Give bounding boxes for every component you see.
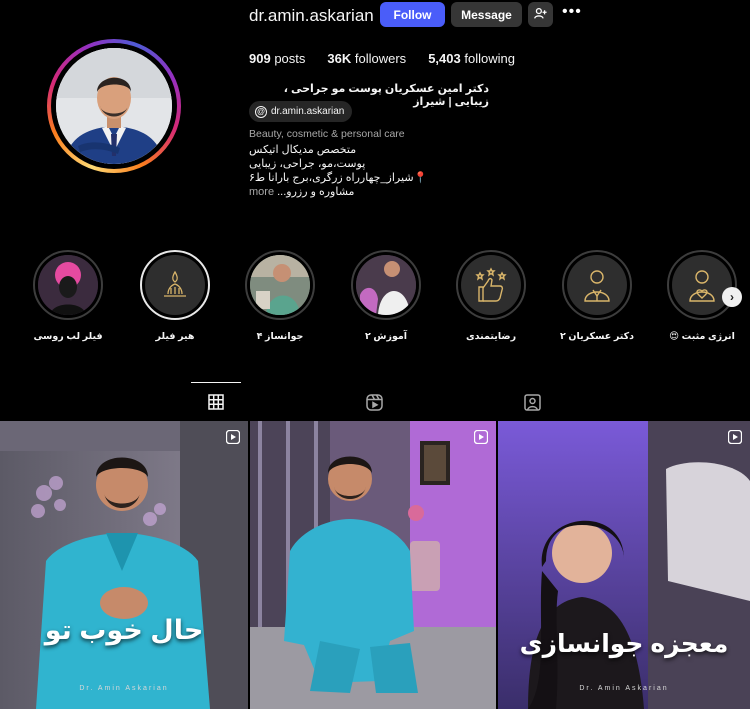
highlight-item[interactable]: جوانساز ۴ — [240, 250, 320, 342]
highlight-cover-image — [38, 255, 98, 315]
profile-category: Beauty, cosmetic & personal care — [249, 128, 405, 140]
reel-play-icon — [225, 429, 241, 449]
highlight-label: آموزش ۲ — [364, 331, 408, 342]
tab-reels[interactable] — [354, 385, 394, 415]
bio-line: مشاوره و رزرو... more — [249, 185, 354, 198]
bio-line-text: مشاوره و رزرو... — [277, 186, 355, 198]
threads-handle: dr.amin.askarian — [271, 106, 345, 117]
highlight-item[interactable]: فیلر لب روسی — [28, 250, 108, 342]
post-thumbnail — [498, 421, 750, 709]
bio-line: پوست،مو، جراحی، زیبایی — [249, 158, 366, 170]
active-tab-indicator — [191, 382, 241, 383]
highlight-cover-image — [672, 255, 732, 315]
tab-posts[interactable] — [196, 385, 236, 415]
followers-count[interactable]: 36K followers — [327, 51, 406, 66]
bio-line: 📍شیراز_چهارراه زرگری،برج بارانا ط۶ — [249, 172, 428, 184]
more-options-button[interactable]: ••• — [562, 3, 584, 22]
reel-play-icon — [727, 429, 743, 449]
post-thumbnail — [250, 421, 496, 709]
highlight-item[interactable]: رضایتمندی — [451, 250, 531, 342]
highlight-cover-image — [250, 255, 310, 315]
threads-link[interactable]: @ dr.amin.askarian — [249, 101, 353, 122]
highlight-cover-image — [567, 255, 627, 315]
post-tile[interactable]: حال خوب تو Dr. Amin Askarian — [0, 421, 248, 709]
follow-button[interactable]: Follow — [380, 2, 445, 27]
highlight-cover-image — [461, 255, 521, 315]
post-watermark: Dr. Amin Askarian — [79, 685, 169, 692]
tab-tagged[interactable] — [512, 385, 552, 415]
post-caption: حال خوب تو — [44, 615, 204, 645]
highlight-label: دکتر عسکریان ۲ — [559, 331, 635, 342]
highlight-item[interactable]: هیر فیلر — [135, 250, 215, 342]
reel-play-icon — [473, 429, 489, 449]
threads-icon: @ — [255, 105, 267, 118]
ellipsis-icon: ••• — [562, 3, 582, 20]
profile-username: dr.amin.askarian — [249, 6, 374, 25]
following-count[interactable]: 5,403 following — [428, 51, 515, 66]
reels-icon — [365, 394, 383, 416]
post-tile[interactable] — [250, 421, 496, 709]
highlights-next-button[interactable]: › — [722, 287, 742, 307]
highlight-cover-image — [145, 255, 205, 315]
tagged-icon — [523, 394, 541, 416]
avatar — [56, 48, 172, 164]
message-button[interactable]: Message — [451, 2, 522, 27]
post-caption: معجزه جوانسازی — [519, 630, 729, 658]
chevron-right-icon: › — [730, 290, 734, 304]
highlight-item[interactable]: آموزش ۲ — [346, 250, 426, 342]
bio-line: متخصص مدیکال اتیکس — [249, 144, 357, 156]
post-thumbnail — [0, 421, 248, 709]
highlight-cover-image — [356, 255, 416, 315]
highlight-label: جوانساز ۴ — [256, 331, 304, 342]
posts-count: 909 posts — [249, 51, 306, 66]
profile-avatar-ring[interactable] — [47, 39, 181, 173]
post-watermark: Dr. Amin Askarian — [579, 685, 669, 692]
person-plus-icon — [534, 7, 547, 23]
highlight-item[interactable]: دکتر عسکریان ۲ — [557, 250, 637, 342]
bio-more-link[interactable]: more — [249, 186, 274, 198]
highlight-label: رضایتمندی — [465, 331, 517, 342]
post-tile[interactable]: معجزه جوانسازی Dr. Amin Askarian — [498, 421, 750, 709]
profile-stats: 909 posts 36K followers 5,403 following — [249, 51, 537, 66]
highlight-label: فیلر لب روسی — [33, 331, 103, 342]
suggest-accounts-button[interactable] — [528, 2, 553, 27]
highlight-label: هیر فیلر — [155, 331, 195, 342]
grid-icon — [208, 394, 224, 415]
highlight-label: انرژی مثبت 😍 — [669, 331, 735, 342]
